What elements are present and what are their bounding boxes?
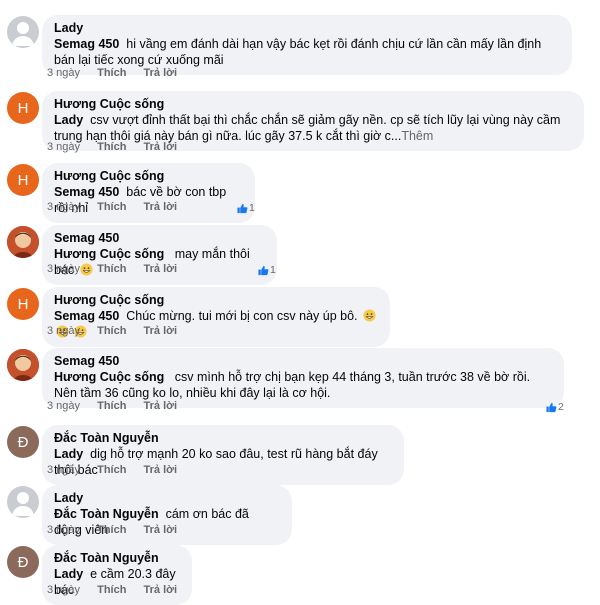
avatar[interactable] [7,349,39,381]
avatar[interactable]: Đ [7,426,39,458]
comment-author[interactable]: Lady [54,491,280,506]
reply-button[interactable]: Trả lời [144,67,178,79]
comment-bubble: Semag 450 Hương Cuộc sống csv mình hỗ tr… [42,348,564,408]
comment-author[interactable]: Semag 450 [54,231,265,246]
reply-button[interactable]: Trả lời [144,141,178,153]
avatar[interactable] [7,226,39,258]
tagged-user[interactable]: Hương Cuộc sống [54,247,164,261]
see-more-link[interactable]: Thêm [401,129,433,143]
comment-time[interactable]: 3 ngày [47,263,80,275]
like-button[interactable]: Thích [97,201,126,213]
comment-time[interactable]: 3 ngày [47,464,80,476]
reaction-number: 2 [558,401,564,413]
tagged-user[interactable]: Lady [54,447,83,461]
reply-button[interactable]: Trả lời [144,201,178,213]
avatar[interactable] [7,486,39,518]
comment-actions: 3 ngày Thích Trả lời [47,464,191,476]
comment-text: csv vượt đỉnh thất bại thì chắc chắn sẽ … [54,113,561,143]
like-button[interactable]: Thích [97,325,126,337]
comment-bubble: Lady Semag 450 hi vầng em đánh dài hạn v… [42,15,572,75]
like-button[interactable]: Thích [97,584,126,596]
reply-button[interactable]: Trả lời [144,584,178,596]
like-button[interactable]: Thích [97,141,126,153]
comment-time[interactable]: 3 ngày [47,201,80,213]
profile-photo-icon [7,349,39,381]
comment-bubble: Lady Đắc Toàn Nguyễn cám ơn bác đã động … [42,485,292,545]
like-button[interactable]: Thích [97,263,126,275]
comment-actions: 3 ngày Thích Trả lời [47,400,191,412]
comment-bubble: Đắc Toàn Nguyễn Lady dig hỗ trợ mạnh 20 … [42,425,404,485]
tagged-user[interactable]: Semag 450 [54,309,119,323]
like-button[interactable]: Thích [97,464,126,476]
comment-text: hi vầng em đánh dài hạn vậy bác kẹt rồi … [54,37,542,67]
comment-author[interactable]: Semag 450 [54,354,552,369]
comment-time[interactable]: 3 ngày [47,524,80,536]
default-user-icon [12,22,34,46]
reply-button[interactable]: Trả lời [144,464,178,476]
comment-actions: 3 ngày Thích Trả lời [47,263,191,275]
comment-actions: 3 ngày Thích Trả lời [47,524,191,536]
tagged-user[interactable]: Hương Cuộc sống [54,370,164,384]
comment-bubble: Semag 450 Hương Cuộc sống may mắn thôi b… [42,225,277,285]
like-button[interactable]: Thích [97,67,126,79]
reaction-number: 1 [249,202,255,214]
comment-time[interactable]: 3 ngày [47,325,80,337]
avatar[interactable] [7,16,39,48]
tagged-user[interactable]: Semag 450 [54,185,119,199]
reaction-count[interactable]: 2 [546,401,564,413]
avatar[interactable]: H [7,164,39,196]
reply-button[interactable]: Trả lời [144,524,178,536]
grinning-face-emoji [363,309,376,322]
avatar[interactable]: H [7,288,39,320]
avatar[interactable]: H [7,92,39,124]
comment-bubble: Hương Cuộc sống Semag 450 Chúc mừng. tui… [42,287,390,347]
thumbs-up-icon [546,402,557,412]
comment-author[interactable]: Hương Cuộc sống [54,97,572,112]
like-button[interactable]: Thích [97,400,126,412]
comment-author[interactable]: Hương Cuộc sống [54,169,243,184]
comment-actions: 3 ngày Thích Trả lời [47,201,191,213]
tagged-user[interactable]: Lady [54,567,83,581]
reaction-number: 1 [270,264,276,276]
tagged-user[interactable]: Semag 450 [54,37,119,51]
comment-bubble: Đắc Toàn Nguyễn Lady e cầm 20.3 đây bác [42,545,192,605]
reaction-count[interactable]: 1 [258,264,276,276]
comment-author[interactable]: Lady [54,21,560,36]
comment-actions: 3 ngày Thích Trả lời [47,141,191,153]
reply-button[interactable]: Trả lời [144,400,178,412]
comment-time[interactable]: 3 ngày [47,67,80,79]
like-button[interactable]: Thích [97,524,126,536]
default-user-icon [12,492,34,516]
profile-photo-icon [7,226,39,258]
comment-time[interactable]: 3 ngày [47,400,80,412]
reply-button[interactable]: Trả lời [144,325,178,337]
comment-author[interactable]: Đắc Toàn Nguyễn [54,551,180,566]
thumbs-up-icon [237,203,248,213]
avatar[interactable]: Đ [7,546,39,578]
comment-time[interactable]: 3 ngày [47,141,80,153]
comment-bubble: Hương Cuộc sống Semag 450 bác về bờ con … [42,163,255,223]
thumbs-up-icon [258,265,269,275]
tagged-user[interactable]: Đắc Toàn Nguyễn [54,507,159,521]
comment-actions: 3 ngày Thích Trả lời [47,584,191,596]
reaction-count[interactable]: 1 [237,202,255,214]
comment-text: Chúc mừng. tui mới bị con csv này úp bô. [126,309,358,323]
comment-actions: 3 ngày Thích Trả lời [47,67,191,79]
comment-author[interactable]: Hương Cuộc sống [54,293,378,308]
comment-author[interactable]: Đắc Toàn Nguyễn [54,431,392,446]
tagged-user[interactable]: Lady [54,113,83,127]
comment-time[interactable]: 3 ngày [47,584,80,596]
comment-actions: 3 ngày Thích Trả lời [47,325,191,337]
reply-button[interactable]: Trả lời [144,263,178,275]
